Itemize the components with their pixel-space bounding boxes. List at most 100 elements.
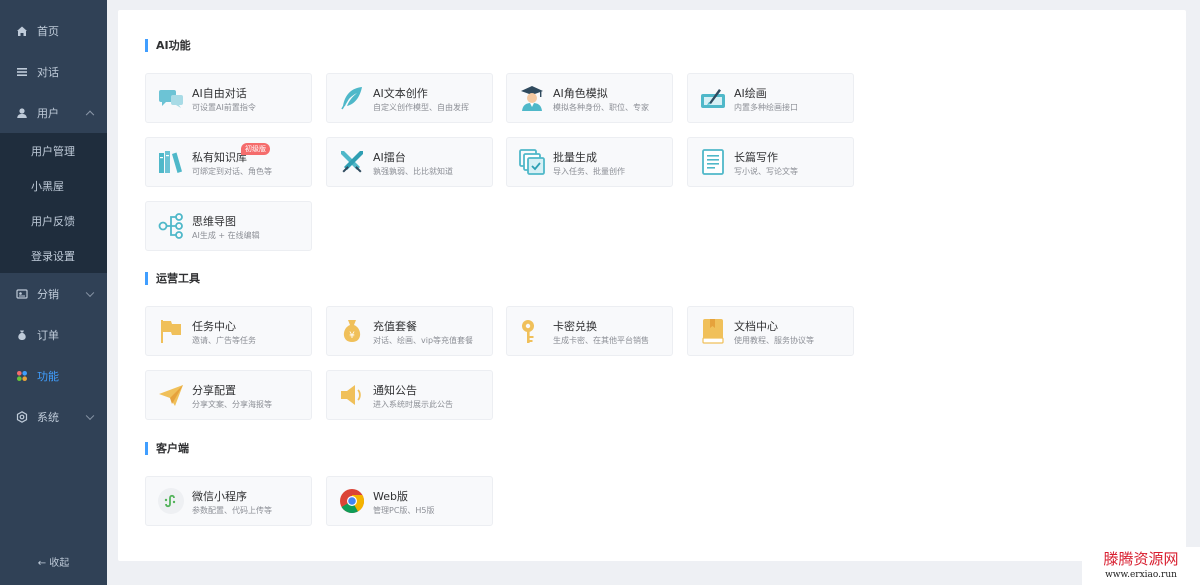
distribution-icon	[16, 288, 28, 300]
sub-user-manage[interactable]: 用户管理	[0, 133, 107, 168]
card-desc: 写小说、写论文等	[734, 167, 798, 176]
user-icon	[16, 107, 28, 119]
section-title-ops: 运营工具	[145, 272, 200, 285]
card-title: AI绘画	[734, 87, 767, 100]
nav-system[interactable]: 系统	[0, 396, 107, 437]
card-title: AI文本创作	[373, 87, 428, 100]
card-web[interactable]: Web版 管理PC版、H5版	[326, 476, 493, 526]
paint-icon	[701, 89, 725, 108]
card-title: 文档中心	[734, 320, 778, 333]
nav-features[interactable]: 功能	[0, 355, 107, 396]
chevron-down-icon	[85, 288, 95, 297]
watermark: 滕腾资源网 www.erxiao.run	[1082, 547, 1200, 585]
main-panel: AI功能 AI自由对话 可设置AI前置指令 AI文本创作 自定义创作模型、自由发…	[118, 10, 1186, 561]
section-title-client: 客户端	[145, 442, 189, 455]
card-desc: AI生成 + 在线编辑	[192, 231, 260, 240]
card-title: AI角色模拟	[553, 87, 608, 100]
nav-orders-label: 订单	[37, 328, 59, 342]
paper-plane-icon	[159, 385, 183, 406]
list-icon	[16, 66, 28, 78]
watermark-title: 滕腾资源网	[1103, 550, 1179, 568]
card-mind-map[interactable]: 思维导图 AI生成 + 在线编辑	[145, 201, 312, 251]
home-icon	[16, 25, 28, 37]
card-title: 充值套餐	[373, 320, 417, 333]
card-title: 长篇写作	[734, 151, 778, 164]
chevron-up-icon	[85, 110, 95, 119]
card-ai-text[interactable]: AI文本创作 自定义创作模型、自由发挥	[326, 73, 493, 123]
card-title: 通知公告	[373, 384, 417, 397]
feather-icon	[341, 87, 362, 110]
watermark-url: www.erxiao.run	[1105, 570, 1177, 580]
card-card-redeem[interactable]: 卡密兑换 生成卡密、在其他平台销售	[506, 306, 673, 356]
card-desc: 邀请、广告等任务	[192, 336, 256, 345]
collapse-label: 收起	[49, 558, 70, 569]
card-task-center[interactable]: 任务中心 邀请、广告等任务	[145, 306, 312, 356]
card-batch-generate[interactable]: 批量生成 导入任务、批量创作	[506, 137, 673, 187]
edition-badge: 初级版	[241, 143, 270, 155]
nav-chat-label: 对话	[37, 65, 59, 79]
card-title: AI自由对话	[192, 87, 247, 100]
nav-user-label: 用户	[37, 106, 59, 120]
card-title: 思维导图	[192, 215, 236, 228]
nav-distribution[interactable]: 分销	[0, 273, 107, 314]
card-title: Web版	[373, 490, 408, 503]
card-desc: 导入任务、批量创作	[553, 167, 625, 176]
money-bag-icon: ¥	[343, 320, 361, 342]
gear-icon	[16, 410, 28, 423]
sub-feedback[interactable]: 用户反馈	[0, 203, 107, 238]
speaker-icon	[341, 385, 361, 405]
sub-blacklist[interactable]: 小黑屋	[0, 168, 107, 203]
section-title-ai: AI功能	[145, 39, 191, 52]
card-ai-chat[interactable]: AI自由对话 可设置AI前置指令	[145, 73, 312, 123]
card-desc: 内置多种绘画接口	[734, 103, 798, 112]
grid-icon	[16, 370, 28, 382]
card-title: 分享配置	[192, 384, 236, 397]
collapse-button[interactable]: ← 收起	[0, 554, 107, 569]
card-knowledge-base[interactable]: 私有知识库 初级版 可绑定到对话、角色等	[145, 137, 312, 187]
flag-icon	[161, 320, 181, 343]
arrow-left-icon: ←	[37, 558, 47, 569]
nav-system-label: 系统	[37, 410, 59, 424]
card-desc: 自定义创作模型、自由发挥	[373, 103, 469, 112]
card-title: 私有知识库	[192, 151, 247, 164]
card-desc: 可绑定到对话、角色等	[192, 167, 272, 176]
card-desc: 分享文案、分享海报等	[192, 400, 272, 409]
book-icon	[702, 319, 724, 344]
card-title: AI擂台	[373, 151, 406, 164]
card-desc: 使用教程、服务协议等	[734, 336, 814, 345]
nav-chat[interactable]: 对话	[0, 51, 107, 92]
chat-bubbles-icon	[159, 90, 183, 108]
mindmap-icon	[158, 213, 183, 239]
nav-orders[interactable]: 订单	[0, 314, 107, 355]
card-desc: 模拟各种身份、职位、专家	[553, 103, 649, 112]
card-recharge-plans[interactable]: ¥ 充值套餐 对话、绘画、vip等充值套餐	[326, 306, 493, 356]
nav-user[interactable]: 用户	[0, 92, 107, 133]
card-ai-role[interactable]: AI角色模拟 模拟各种身份、职位、专家	[506, 73, 673, 123]
nav-home-label: 首页	[37, 24, 59, 38]
card-title: 卡密兑换	[553, 320, 597, 333]
swords-icon	[341, 151, 363, 173]
card-share-config[interactable]: 分享配置 分享文案、分享海报等	[145, 370, 312, 420]
card-long-writing[interactable]: 长篇写作 写小说、写论文等	[687, 137, 854, 187]
card-desc: 对话、绘画、vip等充值套餐	[373, 336, 474, 345]
card-doc-center[interactable]: 文档中心 使用教程、服务协议等	[687, 306, 854, 356]
card-notice[interactable]: 通知公告 进入系统时展示此公告	[326, 370, 493, 420]
nav-distribution-label: 分销	[37, 287, 59, 301]
document-icon	[702, 149, 724, 175]
card-ai-arena[interactable]: AI擂台 孰强孰弱、比比就知道	[326, 137, 493, 187]
chevron-down-icon	[85, 411, 95, 420]
chrome-icon	[340, 489, 365, 514]
nav-home[interactable]: 首页	[0, 10, 107, 51]
card-desc: 孰强孰弱、比比就知道	[373, 167, 453, 176]
money-bag-icon	[16, 329, 28, 341]
sub-login-settings[interactable]: 登录设置	[0, 238, 107, 273]
card-desc: 可设置AI前置指令	[192, 103, 256, 112]
card-title: 任务中心	[192, 320, 236, 333]
nav-features-label: 功能	[37, 369, 59, 383]
batch-icon	[519, 149, 545, 175]
sidebar: 首页 对话 用户 用户管理 小黑屋 用户反馈 登录设置 分销 订单 功能 系统 …	[0, 0, 107, 585]
card-ai-paint[interactable]: AI绘画 内置多种绘画接口	[687, 73, 854, 123]
svg-text:¥: ¥	[349, 331, 355, 341]
card-wechat-mini[interactable]: 微信小程序 参数配置、代码上传等	[145, 476, 312, 526]
card-desc: 参数配置、代码上传等	[192, 506, 272, 515]
